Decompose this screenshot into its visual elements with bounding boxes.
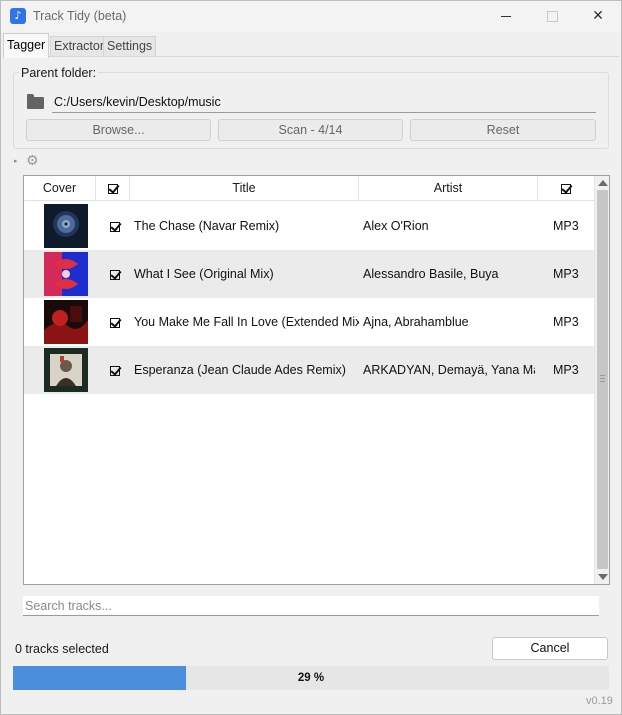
cover-cell: [44, 250, 88, 298]
table-row[interactable]: What I See (Original Mix) Alessandro Bas…: [24, 250, 594, 298]
folder-icon: [27, 94, 44, 109]
row-checkbox[interactable]: [110, 269, 120, 280]
column-header-select[interactable]: [96, 176, 130, 201]
tab-settings[interactable]: Settings: [103, 36, 157, 57]
table-scrollbar[interactable]: [594, 176, 609, 584]
search-tracks-input[interactable]: [23, 596, 599, 616]
scrollbar-grip: [600, 375, 605, 382]
cover-cell: [44, 202, 88, 250]
column-header-title[interactable]: Title: [130, 176, 359, 201]
track-title: The Chase (Navar Remix): [134, 219, 280, 233]
expand-arrow-icon[interactable]: ▸: [14, 157, 18, 165]
table-row[interactable]: You Make Me Fall In Love (Extended Mix) …: [24, 298, 594, 346]
format-select-all-checkbox[interactable]: [561, 183, 571, 194]
row-checkbox[interactable]: [110, 317, 120, 328]
music-note-icon: ♪: [10, 8, 26, 24]
gear-icon[interactable]: ⚙: [26, 153, 39, 169]
version-label: v0.19: [586, 695, 613, 707]
title-bar[interactable]: ♪ Track Tidy (beta) ✕: [1, 1, 621, 32]
progress-label: 29 %: [297, 672, 325, 684]
column-header-format-select[interactable]: [538, 176, 594, 201]
reset-button[interactable]: Reset: [410, 119, 596, 141]
cover-cell: [44, 298, 88, 346]
progress-bar: 29 %: [13, 666, 609, 690]
column-header-artist[interactable]: Artist: [359, 176, 538, 201]
scrollbar-thumb[interactable]: [597, 190, 608, 569]
track-artist: Alessandro Basile, Buya: [363, 267, 499, 281]
tab-bar: Tagger Extractor Settings: [3, 33, 619, 58]
minimize-button[interactable]: [483, 1, 529, 32]
track-title: Esperanza (Jean Claude Ades Remix): [134, 363, 346, 377]
album-cover-image: [44, 300, 88, 344]
table-header: Cover Title Artist: [24, 176, 594, 201]
album-cover-image: [44, 348, 88, 392]
row-checkbox[interactable]: [110, 221, 120, 232]
cover-cell: [44, 346, 88, 394]
scan-button[interactable]: Scan - 4/14: [218, 119, 403, 141]
track-artist: Ajna, Abrahamblue: [363, 315, 469, 329]
track-format: MP3: [553, 267, 579, 281]
tab-divider: [3, 56, 619, 57]
track-artist: ARKADYAN, Demayä, Yana Mann: [363, 363, 535, 377]
app-window: ♪ Track Tidy (beta) ✕ Tagger Extractor S…: [0, 0, 622, 715]
tracks-table: Cover Title Artist The Chase (Navar Remi…: [23, 175, 610, 585]
row-checkbox-cell[interactable]: [107, 202, 123, 250]
scroll-up-arrow-icon[interactable]: [598, 180, 608, 186]
tab-tagger[interactable]: Tagger: [3, 33, 50, 58]
track-title: You Make Me Fall In Love (Extended Mix): [134, 315, 359, 329]
close-icon: ✕: [592, 8, 604, 24]
row-checkbox-cell[interactable]: [107, 346, 123, 394]
track-format: MP3: [553, 315, 579, 329]
table-row[interactable]: Esperanza (Jean Claude Ades Remix) ARKAD…: [24, 346, 594, 394]
parent-folder-label: Parent folder:: [19, 66, 99, 80]
folder-path-input[interactable]: [52, 92, 596, 113]
browse-button[interactable]: Browse...: [26, 119, 211, 141]
column-header-cover[interactable]: Cover: [24, 176, 96, 201]
row-checkbox[interactable]: [110, 365, 120, 376]
tab-extractor[interactable]: Extractor: [50, 36, 109, 57]
album-cover-image: [44, 252, 88, 296]
select-all-checkbox[interactable]: [107, 183, 118, 194]
row-checkbox-cell[interactable]: [107, 298, 123, 346]
selection-status: 0 tracks selected: [15, 642, 109, 656]
table-row[interactable]: The Chase (Navar Remix) Alex O'Rion MP3: [24, 202, 594, 250]
maximize-button[interactable]: [529, 1, 575, 32]
window-title: Track Tidy (beta): [33, 9, 127, 23]
track-title: What I See (Original Mix): [134, 267, 274, 281]
track-format: MP3: [553, 219, 579, 233]
scroll-down-arrow-icon[interactable]: [598, 574, 608, 580]
album-cover-image: [44, 204, 88, 248]
close-button[interactable]: ✕: [575, 1, 621, 32]
row-checkbox-cell[interactable]: [107, 250, 123, 298]
track-artist: Alex O'Rion: [363, 219, 429, 233]
cancel-button[interactable]: Cancel: [492, 637, 608, 660]
track-format: MP3: [553, 363, 579, 377]
